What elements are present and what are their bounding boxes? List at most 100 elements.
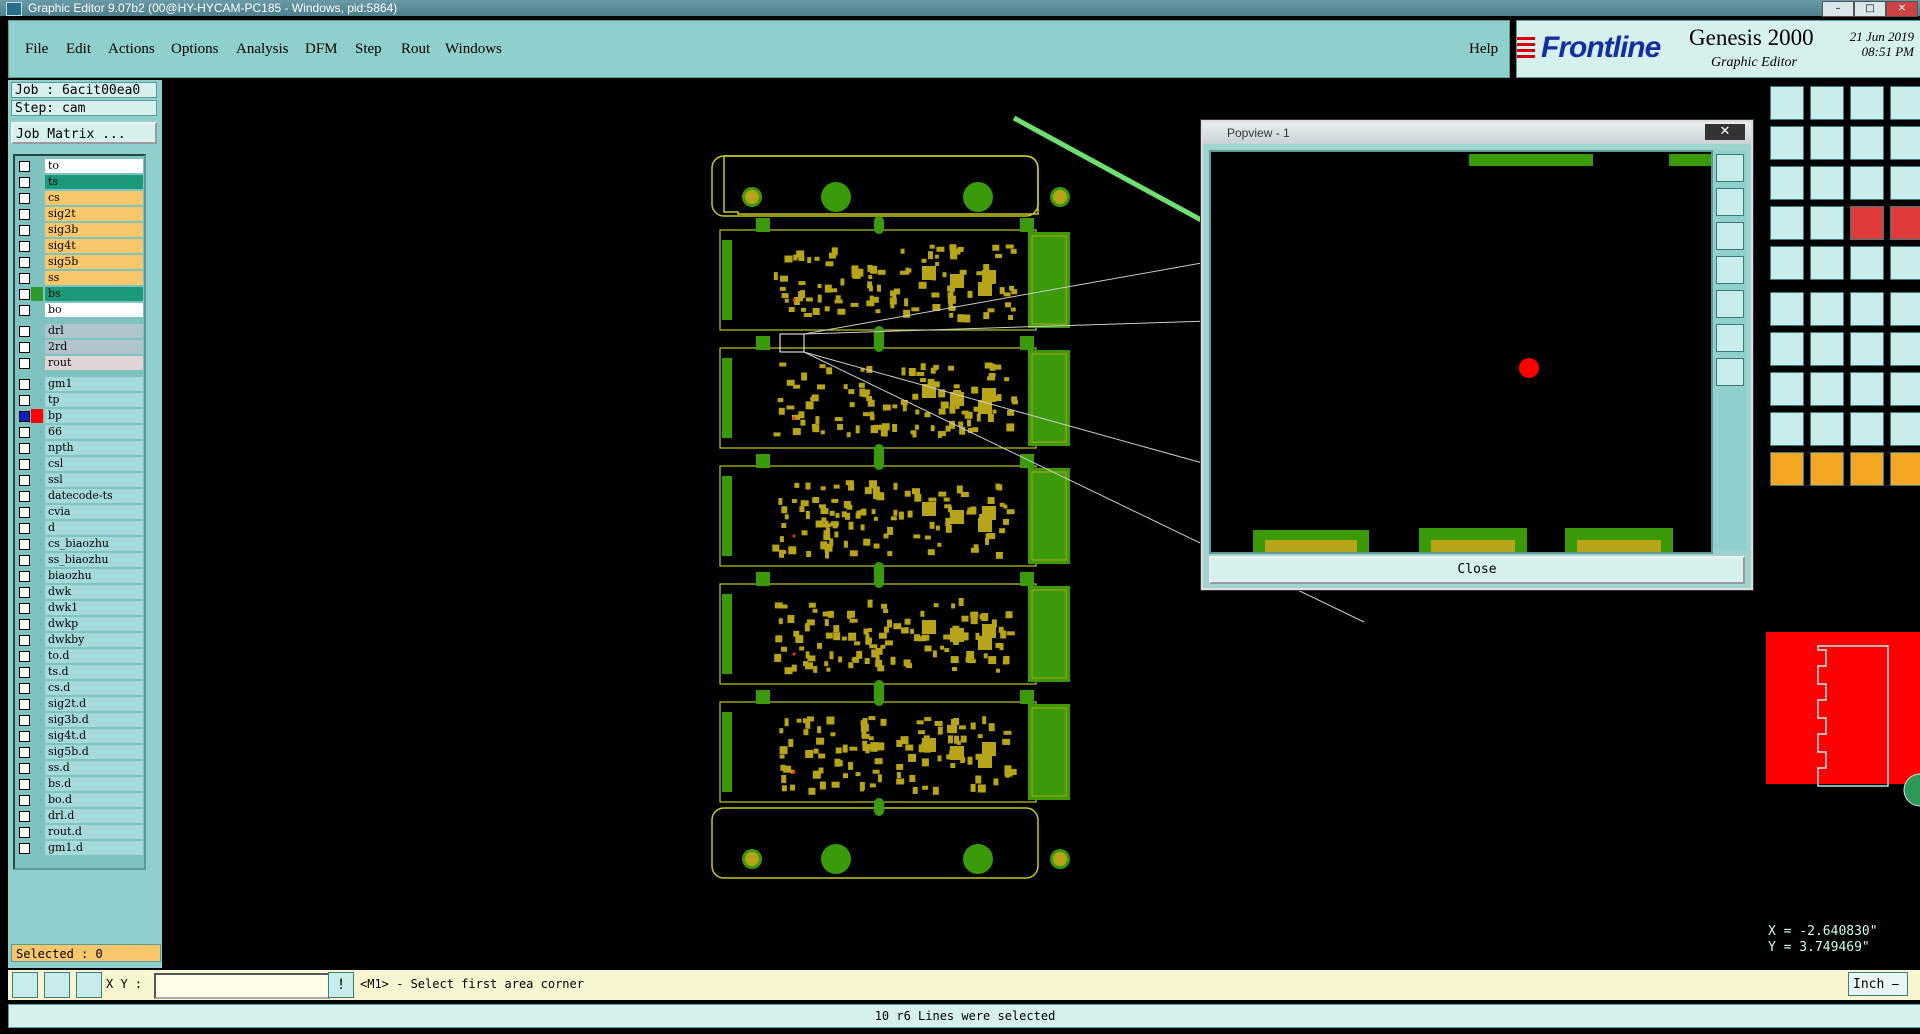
layer-row[interactable]: sig3b.d (15, 712, 144, 728)
layer-color-swatch[interactable] (31, 191, 43, 205)
menu-actions[interactable]: Actions (108, 41, 155, 58)
layer-row[interactable]: biaozhu (15, 568, 144, 584)
layer-row[interactable]: dwkby (15, 632, 144, 648)
menu-file[interactable]: File (25, 41, 48, 58)
measure-icon[interactable] (44, 972, 70, 998)
layer-checkbox[interactable] (19, 305, 30, 316)
layer-checkbox[interactable] (19, 257, 30, 268)
layer-row[interactable]: sig5b.d (15, 744, 144, 760)
layer-color-swatch[interactable] (31, 175, 43, 189)
layer-row[interactable]: bs (15, 286, 144, 302)
layer-checkbox[interactable] (19, 763, 30, 774)
layer-row[interactable]: csl (15, 456, 144, 472)
minus-icon[interactable] (1810, 372, 1844, 406)
layer-row[interactable]: dwkp (15, 616, 144, 632)
layer-color-swatch[interactable] (31, 223, 43, 237)
frame-icon[interactable] (1850, 372, 1884, 406)
layer-checkbox[interactable] (19, 523, 30, 534)
layer-color-swatch[interactable] (31, 633, 43, 647)
layer-color-swatch[interactable] (31, 697, 43, 711)
layer-color-swatch[interactable] (31, 841, 43, 855)
snap-mode-icon[interactable] (12, 972, 38, 998)
arc-icon[interactable] (1850, 332, 1884, 366)
layer-color-swatch[interactable] (31, 745, 43, 759)
layer-row[interactable]: sig2t.d (15, 696, 144, 712)
fit-h-icon[interactable] (1770, 166, 1804, 200)
line-icon[interactable] (1770, 332, 1804, 366)
layer-color-swatch[interactable] (31, 793, 43, 807)
layer-row[interactable]: gm1.d (15, 840, 144, 856)
split-icon[interactable] (1890, 86, 1920, 120)
popview-zoom-in-icon[interactable] (1716, 290, 1744, 318)
layer-checkbox[interactable] (19, 587, 30, 598)
layer-checkbox[interactable] (19, 459, 30, 470)
layer-checkbox[interactable] (19, 603, 30, 614)
layer-color-swatch[interactable] (31, 324, 43, 338)
layer-row[interactable]: ss.d (15, 760, 144, 776)
layer-checkbox[interactable] (19, 209, 30, 220)
panel-minimap[interactable] (1766, 600, 1920, 808)
layer-color-swatch[interactable] (31, 271, 43, 285)
layer-row[interactable]: tp (15, 392, 144, 408)
pointer2-icon[interactable] (1810, 452, 1844, 486)
layer-checkbox[interactable] (19, 683, 30, 694)
layer-checkbox[interactable] (19, 811, 30, 822)
layer-checkbox[interactable] (19, 475, 30, 486)
layer-color-swatch[interactable] (31, 409, 43, 423)
popview-fit-icon[interactable] (1716, 256, 1744, 284)
units-selector[interactable]: Inch ⎯ (1848, 972, 1908, 996)
help-icon[interactable] (1890, 166, 1920, 200)
layer-color-swatch[interactable] (31, 159, 43, 173)
layer-color-swatch[interactable] (31, 505, 43, 519)
layer-checkbox[interactable] (19, 395, 30, 406)
layer-checkbox[interactable] (19, 667, 30, 678)
popview-close-button[interactable]: Close (1209, 556, 1745, 584)
layer-color-swatch[interactable] (31, 239, 43, 253)
net2-icon[interactable] (1890, 206, 1920, 240)
layer-checkbox[interactable] (19, 177, 30, 188)
layer-row[interactable]: d (15, 520, 144, 536)
layer-checkbox[interactable] (19, 443, 30, 454)
layer-checkbox[interactable] (19, 555, 30, 566)
layer-row[interactable]: ssl (15, 472, 144, 488)
layer-checkbox[interactable] (19, 843, 30, 854)
diag-icon[interactable] (1810, 332, 1844, 366)
layer-color-swatch[interactable] (31, 441, 43, 455)
layer-color-swatch[interactable] (31, 473, 43, 487)
maximize-button[interactable]: □ (1854, 1, 1886, 17)
layer-checkbox[interactable] (19, 635, 30, 646)
layer-color-swatch[interactable] (31, 255, 43, 269)
layer-checkbox[interactable] (19, 342, 30, 353)
layer-row[interactable]: dwk1 (15, 600, 144, 616)
popview-view[interactable] (1209, 150, 1713, 554)
layer-color-swatch[interactable] (31, 761, 43, 775)
popview-close-icon[interactable]: ✕ (1705, 124, 1745, 140)
layer-checkbox[interactable] (19, 619, 30, 630)
rect-icon[interactable] (1770, 372, 1804, 406)
layer-checkbox[interactable] (19, 427, 30, 438)
layer-checkbox[interactable] (19, 571, 30, 582)
popview-redraw-icon[interactable] (1716, 358, 1744, 386)
layer-row[interactable]: cs_biaozhu (15, 536, 144, 552)
layer-row[interactable]: 66 (15, 424, 144, 440)
layer-checkbox[interactable] (19, 289, 30, 300)
layer-color-swatch[interactable] (31, 340, 43, 354)
layer-color-swatch[interactable] (31, 537, 43, 551)
layer-checkbox[interactable] (19, 731, 30, 742)
tri2-icon[interactable] (1810, 412, 1844, 446)
layer-row[interactable]: bo (15, 302, 144, 318)
load-icon[interactable] (1770, 86, 1804, 120)
menu-rout[interactable]: Rout (401, 41, 430, 58)
layer-row[interactable]: sig4t (15, 238, 144, 254)
layer-checkbox[interactable] (19, 651, 30, 662)
pointer-icon[interactable] (1770, 452, 1804, 486)
connect-icon[interactable] (1770, 292, 1804, 326)
tri3-icon[interactable] (1850, 412, 1884, 446)
layer-row[interactable]: npth (15, 440, 144, 456)
layer-row[interactable]: ss_biaozhu (15, 552, 144, 568)
one-to-one-icon[interactable] (1850, 166, 1884, 200)
node-icon[interactable] (1850, 292, 1884, 326)
layer-color-swatch[interactable] (31, 393, 43, 407)
layer-row[interactable]: to (15, 158, 144, 174)
layer-checkbox[interactable] (19, 715, 30, 726)
